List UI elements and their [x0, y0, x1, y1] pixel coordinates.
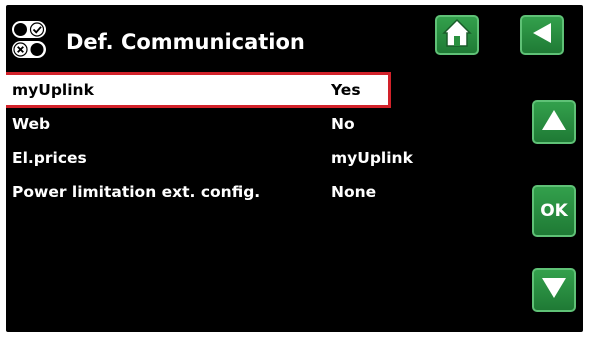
menu-list: myUplink Yes Web No El.prices myUplink P… [6, 75, 413, 211]
menu-item-web[interactable]: Web No [6, 109, 406, 143]
page-title: Def. Communication [66, 30, 305, 54]
communication-settings-icon [11, 20, 59, 60]
ok-button[interactable]: OK [532, 185, 576, 237]
menu-item-value: No [331, 115, 355, 133]
up-arrow-icon [540, 108, 568, 137]
home-icon [442, 18, 472, 53]
menu-item-value: myUplink [331, 149, 413, 167]
back-button[interactable] [520, 15, 564, 55]
menu-item-el-prices[interactable]: El.prices myUplink [6, 143, 413, 177]
menu-item-value: Yes [331, 81, 361, 99]
down-arrow-icon [540, 276, 568, 305]
menu-item-power-limitation[interactable]: Power limitation ext. config. None [6, 177, 406, 211]
menu-item-value: None [331, 183, 377, 201]
ok-label: OK [540, 201, 568, 221]
home-button[interactable] [435, 15, 479, 55]
down-button[interactable] [532, 268, 576, 312]
display-screen: Def. Communication myUplink Yes Web No E… [6, 5, 583, 332]
menu-item-label: myUplink [12, 81, 94, 99]
menu-item-myuplink[interactable]: myUplink Yes [6, 75, 388, 105]
up-button[interactable] [532, 100, 576, 144]
menu-item-label: Web [12, 115, 51, 133]
menu-item-label: Power limitation ext. config. [12, 183, 261, 201]
back-arrow-icon [529, 20, 555, 51]
menu-item-label: El.prices [12, 149, 87, 167]
